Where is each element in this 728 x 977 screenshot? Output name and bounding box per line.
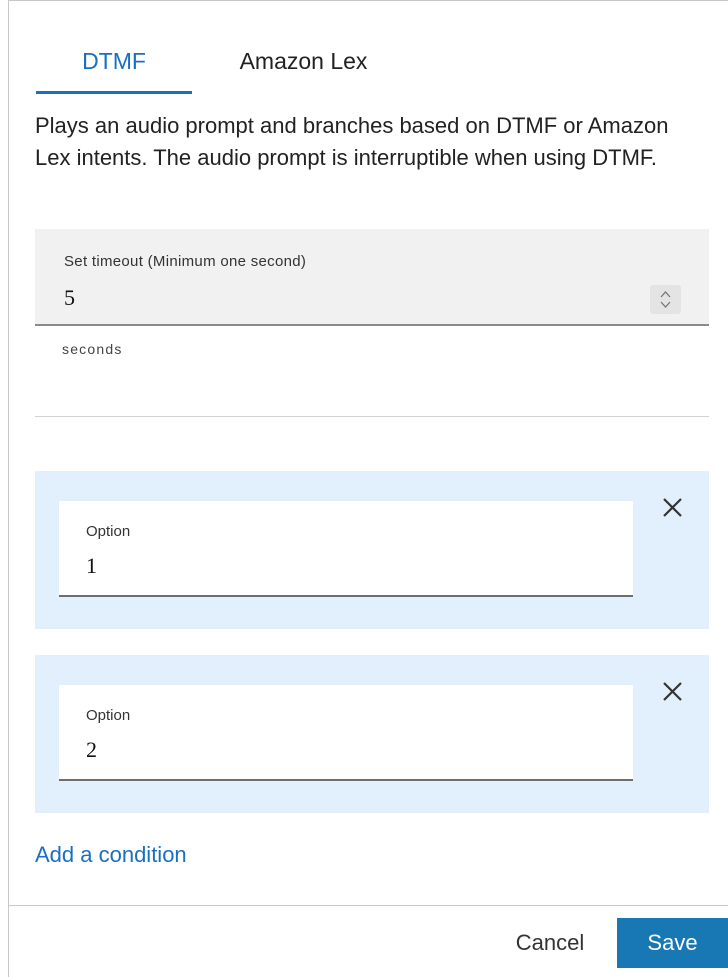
option-field[interactable]: Option 1 xyxy=(59,501,633,597)
active-tab-indicator xyxy=(36,91,192,94)
option-field[interactable]: Option 2 xyxy=(59,685,633,781)
add-condition-link[interactable]: Add a condition xyxy=(35,842,187,868)
tab-dtmf-label: DTMF xyxy=(82,48,146,74)
option-label: Option xyxy=(86,707,131,724)
tab-amazon-lex-label: Amazon Lex xyxy=(239,48,368,74)
option-value[interactable]: 2 xyxy=(86,737,97,763)
tab-dtmf[interactable]: DTMF xyxy=(36,38,192,94)
timeout-field[interactable]: Set timeout (Minimum one second) 5 xyxy=(35,229,709,326)
save-button[interactable]: Save xyxy=(617,918,728,968)
section-divider xyxy=(35,416,709,417)
close-icon[interactable] xyxy=(657,493,687,523)
option-label: Option xyxy=(86,523,131,540)
timeout-unit-label: seconds xyxy=(62,341,123,357)
block-description: Plays an audio prompt and branches based… xyxy=(35,113,669,170)
tab-bar: DTMF Amazon Lex xyxy=(36,38,716,94)
timeout-label: Set timeout (Minimum one second) xyxy=(64,253,307,270)
timeout-value[interactable]: 5 xyxy=(64,285,75,311)
close-icon[interactable] xyxy=(657,677,687,707)
tab-amazon-lex[interactable]: Amazon Lex xyxy=(211,38,396,94)
cancel-button[interactable]: Cancel xyxy=(495,918,605,968)
footer-divider xyxy=(8,905,728,906)
condition-row: Option 1 xyxy=(35,471,709,629)
stepper-arrows-icon[interactable] xyxy=(650,285,681,314)
condition-row: Option 2 xyxy=(35,655,709,813)
option-value[interactable]: 1 xyxy=(86,553,97,579)
